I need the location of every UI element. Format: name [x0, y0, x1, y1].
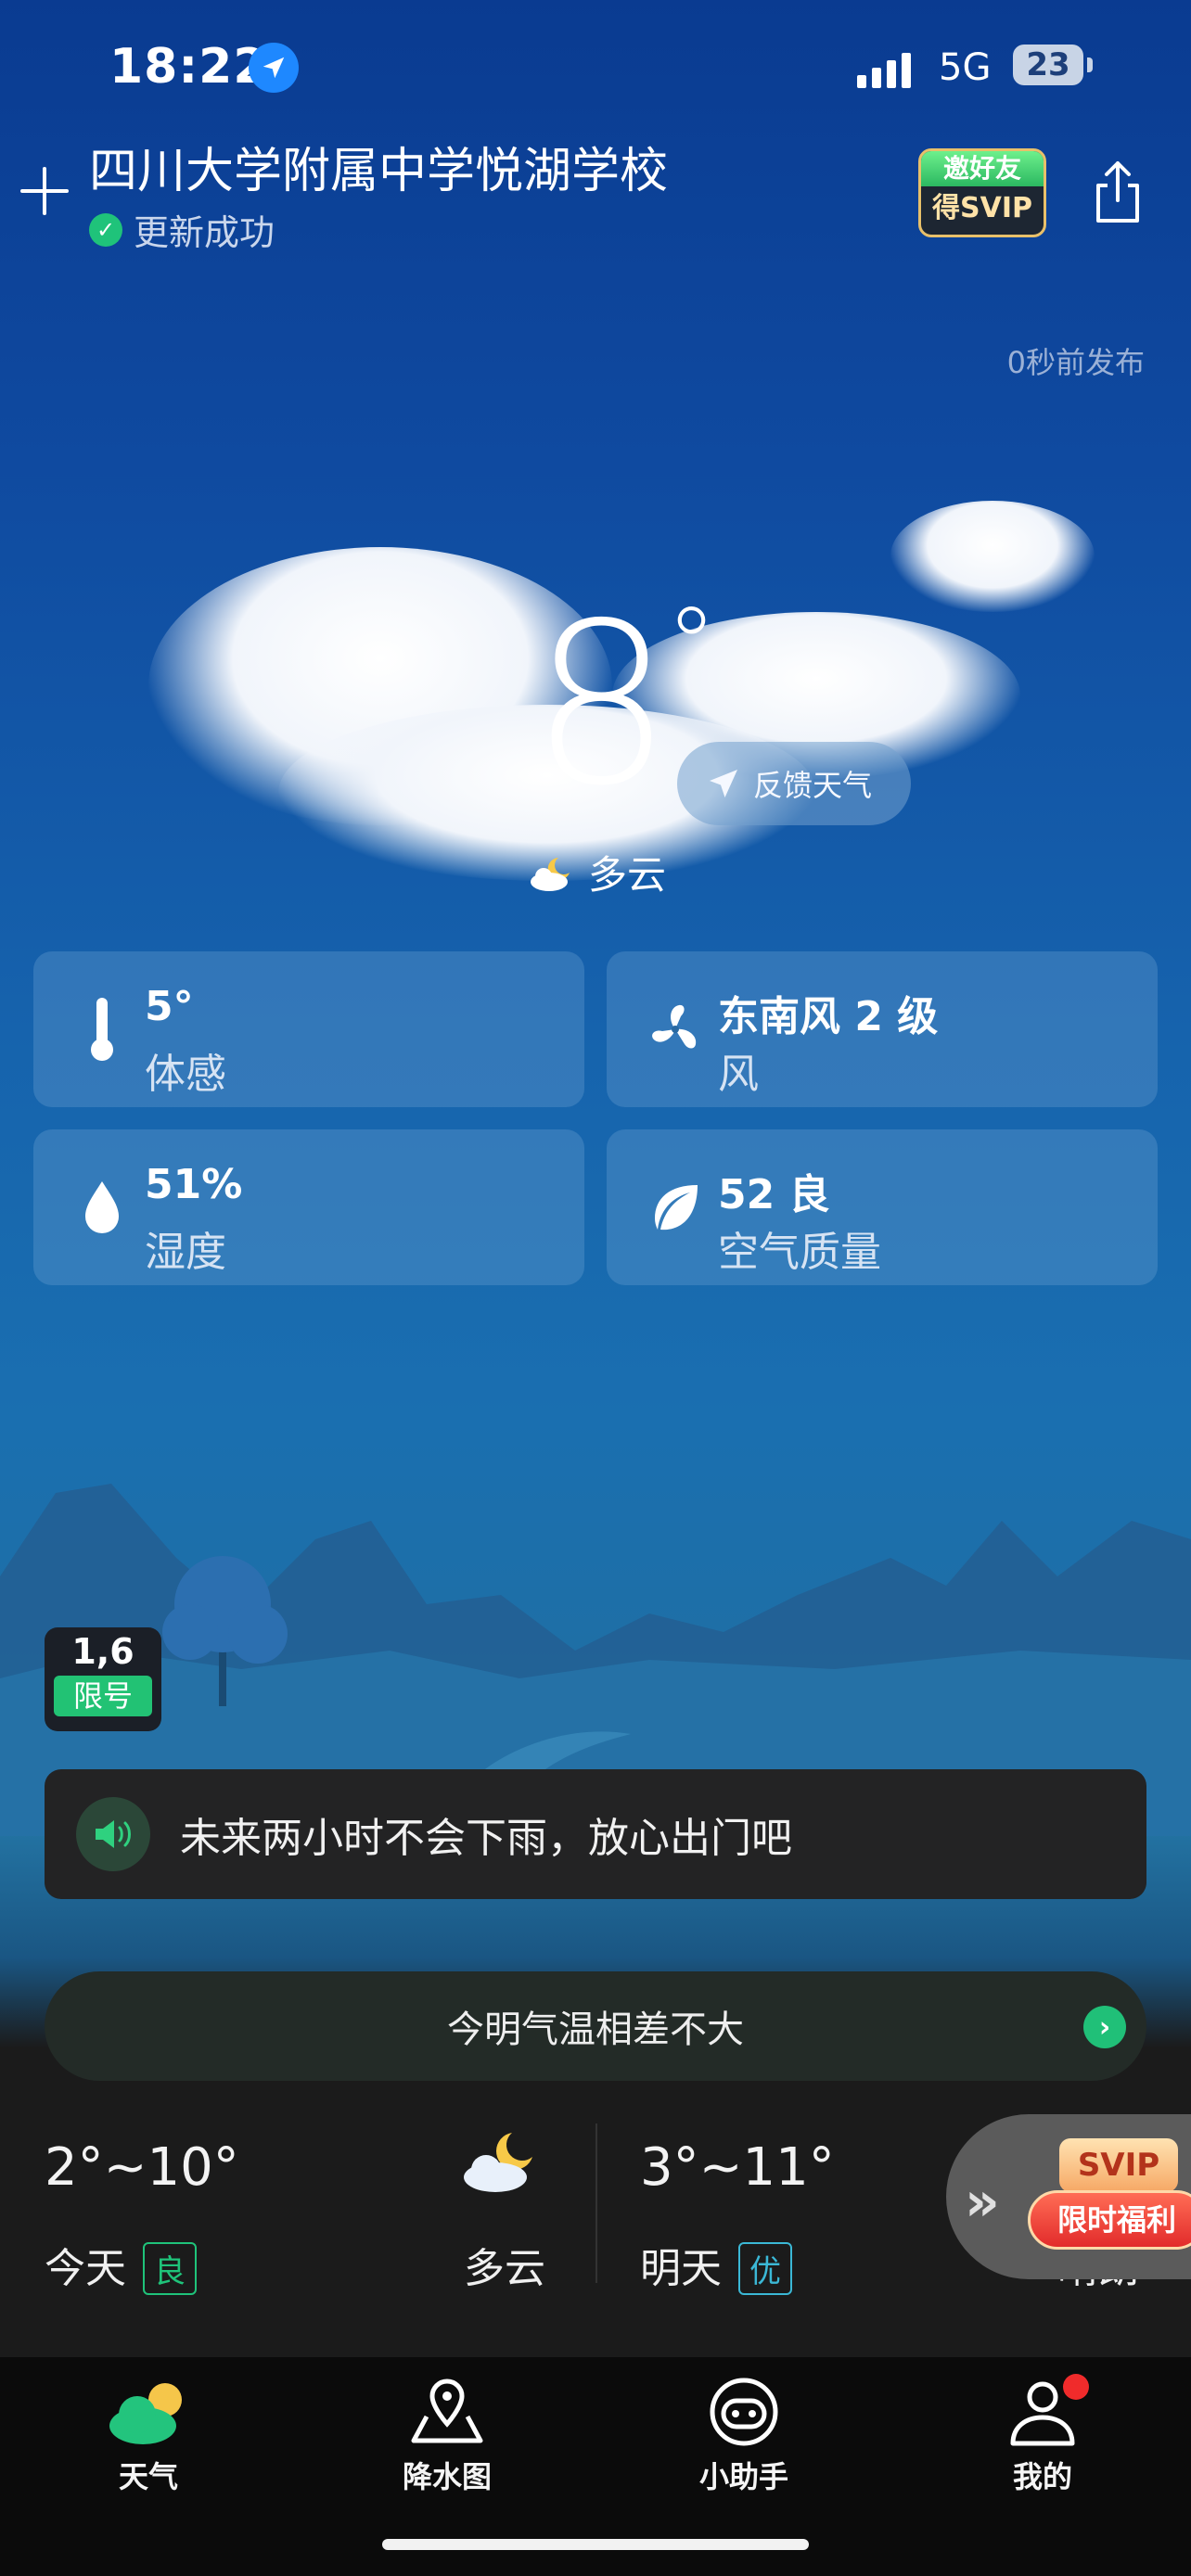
assistant-icon [651, 2370, 837, 2454]
partly-cloudy-night-icon [531, 857, 570, 891]
weather-screen: 18:22 5G 23 四川大学附属中学悦湖学校 ✓ 更新成功 邀好友 得SVI… [0, 0, 1191, 2576]
notification-dot [1063, 2374, 1089, 2400]
today-aqi-badge: 良 [143, 2242, 197, 2295]
mountain-scenery [0, 1484, 1191, 1836]
humidity-value: 51% [145, 1161, 243, 1208]
today-temp-range: 2°~10° [45, 2137, 239, 2198]
battery-tip [1087, 57, 1093, 72]
invite-label: 邀好友 [921, 151, 1044, 186]
forecast-divider [596, 2123, 597, 2283]
tab-profile[interactable]: 我的 [950, 2370, 1135, 2496]
svip-label: 得SVIP [932, 192, 1032, 224]
today-label: 今天 [45, 2245, 126, 2292]
cloud-illustration [890, 501, 1095, 612]
air-quality-card[interactable]: 52 良 空气质量 [607, 1129, 1158, 1285]
feedback-label: 反馈天气 [753, 768, 873, 803]
tab-precipitation-map[interactable]: 降水图 [354, 2370, 540, 2496]
restriction-label: 限号 [54, 1676, 152, 1716]
signal-icon [857, 51, 911, 88]
update-status-text: 更新成功 [134, 212, 275, 253]
current-condition: 多云 [527, 844, 666, 900]
speaker-icon [76, 1797, 150, 1871]
tab-profile-label: 我的 [1012, 2459, 1072, 2494]
water-drop-icon [65, 1170, 139, 1244]
location-title[interactable]: 四川大学附属中学悦湖学校 [89, 132, 668, 201]
wind-fan-icon [638, 992, 712, 1066]
humidity-card[interactable]: 51% 湿度 [33, 1129, 584, 1285]
feels-like-label: 体感 [145, 1051, 226, 1098]
tab-weather-label: 天气 [118, 2459, 178, 2494]
today-condition: 多云 [464, 2245, 545, 2292]
wind-label: 风 [718, 1051, 759, 1098]
humidity-label: 湿度 [145, 1229, 226, 1276]
share-icon[interactable] [1091, 159, 1145, 224]
feels-like-card[interactable]: 5° 体感 [33, 951, 584, 1107]
wind-value: 东南风 2 级 [718, 993, 939, 1040]
today-forecast-icon [458, 2127, 544, 2201]
profile-icon [950, 2370, 1135, 2454]
tab-precipitation-label: 降水图 [402, 2459, 492, 2494]
thermometer-icon [65, 992, 139, 1066]
current-temperature: 8 [531, 575, 672, 835]
add-location-button[interactable] [19, 165, 70, 217]
tomorrow-temp-range: 3°~11° [640, 2137, 835, 2198]
traffic-restriction-badge[interactable]: 1,6 限号 [45, 1627, 161, 1731]
temp-difference-banner[interactable]: 今明气温相差不大 › [45, 1971, 1146, 2081]
weather-icon [56, 2370, 241, 2454]
air-quality-label: 空气质量 [718, 1229, 881, 1276]
rain-notice-text: 未来两小时不会下雨，放心出门吧 [180, 1815, 792, 1862]
double-chevron-icon[interactable]: ›› [965, 2170, 1000, 2233]
tab-assistant[interactable]: 小助手 [651, 2370, 837, 2496]
location-arrow-icon [249, 43, 299, 93]
home-indicator[interactable] [382, 2539, 809, 2550]
send-icon [710, 770, 737, 797]
degree-symbol: ° [666, 585, 717, 704]
today-label-row: 今天良 [45, 2235, 197, 2295]
svip-badge-top: SVIP [1059, 2138, 1178, 2192]
network-label: 5G [939, 46, 992, 89]
wind-card[interactable]: 东南风 2 级 风 [607, 951, 1158, 1107]
feels-like-value: 5° [145, 983, 194, 1030]
tomorrow-aqi-badge: 优 [738, 2242, 792, 2295]
tomorrow-label-row: 明天优 [640, 2235, 792, 2295]
svip-promo-badge[interactable]: SVIP 限时福利 [1028, 2129, 1191, 2259]
svip-badge-bottom: 限时福利 [1028, 2190, 1191, 2250]
rain-forecast-notice[interactable]: 未来两小时不会下雨，放心出门吧 [45, 1769, 1146, 1899]
leaf-icon [638, 1170, 712, 1244]
condition-label: 多云 [588, 852, 667, 898]
feedback-weather-button[interactable]: 反馈天气 [677, 742, 912, 825]
map-pin-icon [354, 2370, 540, 2454]
tab-weather[interactable]: 天气 [56, 2370, 241, 2496]
invite-svip-button[interactable]: 邀好友 得SVIP [918, 148, 1046, 237]
update-status: ✓ 更新成功 [89, 204, 275, 255]
publish-time: 0秒前发布 [1006, 345, 1145, 380]
restricted-numbers: 1,6 [71, 1631, 134, 1672]
tomorrow-label: 明天 [640, 2245, 722, 2292]
air-quality-value: 52 良 [718, 1171, 830, 1218]
battery-icon: 23 [1013, 45, 1083, 85]
status-time: 18:22 [109, 39, 268, 95]
tab-assistant-label: 小助手 [698, 2459, 788, 2494]
check-icon: ✓ [89, 212, 122, 247]
temp-difference-text: 今明气温相差不大 [447, 2009, 744, 2051]
chevron-right-icon: › [1083, 2006, 1126, 2048]
